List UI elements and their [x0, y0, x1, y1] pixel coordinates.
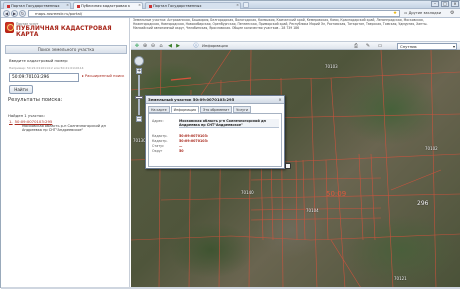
map-label: 70140 [241, 190, 254, 195]
bookmarks-label: Другие закладки [408, 11, 442, 15]
district-key: Округ [152, 149, 163, 153]
zoom-in-icon[interactable]: + [136, 68, 142, 74]
toolbar-info-label[interactable]: Информация [202, 43, 228, 49]
results-title: Результаты поиска: [8, 97, 62, 103]
map-label-parcel: 296 [417, 200, 429, 207]
close-tab-icon[interactable]: × [138, 3, 141, 8]
find-button[interactable]: Найти [9, 85, 33, 94]
address-bar: ◀ ▶ ↻ maps.rosreestr.ru/portal/ ★ ▭ Друг… [1, 9, 460, 18]
cadastral-value-2: 50:09:0070103: [179, 139, 209, 143]
print-icon[interactable]: ⎙ [353, 43, 359, 49]
map-label: 70130 [133, 138, 146, 143]
parcel-boundaries [131, 50, 460, 288]
tab-services[interactable]: Услуги [233, 106, 252, 113]
info-icon[interactable]: ⓘ [193, 43, 199, 49]
zoom-control: + − [134, 56, 144, 126]
site-logo[interactable]: Портал услуг ПУБЛИЧНАЯ КАДАСТРОВАЯ КАРТА [5, 21, 125, 38]
result-index: 1. [9, 119, 13, 124]
zoom-in-box-icon[interactable]: ⊕ [142, 43, 148, 49]
measure-icon[interactable]: ✎ [365, 43, 371, 49]
tab-label: Портал Государственных [11, 4, 60, 8]
map-toolbar: ✥ ⊕ ⊖ ⌂ ◀ ▶ ⓘ Информация ⎙ ✎ ▭ Спутник [131, 41, 460, 50]
previous-extent-icon[interactable]: ◀ [167, 43, 173, 49]
browser-tab-2[interactable]: Публичная кадастровая к × [73, 2, 143, 9]
found-count: Найден 1 участок: [8, 113, 45, 118]
popup-title: Земельный участок 50:09:0070103:295 [146, 96, 284, 104]
district-value: 50 [179, 149, 184, 153]
tab-information[interactable]: Информация [170, 106, 200, 113]
favicon-icon [77, 4, 80, 8]
search-sidebar: Портал услуг ПУБЛИЧНАЯ КАДАСТРОВАЯ КАРТА… [2, 18, 130, 288]
close-tab-icon[interactable]: × [66, 3, 69, 8]
browser-window: Портал Государственных × Публичная кадаст… [0, 0, 460, 289]
input-hint: Например: 50:21:0110114:2 или 50:21:0110… [9, 66, 84, 70]
cadastral-number-label: Введите кадастровый номер: [9, 58, 69, 63]
pan-control-icon[interactable] [134, 56, 144, 66]
next-extent-icon[interactable]: ▶ [175, 43, 181, 49]
cadastral-key-2: Кадастр. [152, 139, 168, 143]
close-tab-icon[interactable]: × [236, 3, 239, 8]
folder-icon: ▭ [404, 11, 408, 15]
result-address: Московская область р-н Солнечногорский д… [22, 124, 106, 133]
zoom-track[interactable] [138, 75, 140, 115]
wrench-icon[interactable]: ⚙ [450, 10, 458, 17]
tab-label: Портал Государственных [153, 4, 202, 8]
full-extent-icon[interactable]: ⌂ [158, 43, 164, 49]
map-label: 70102 [425, 146, 438, 151]
close-window-icon[interactable]: × [451, 1, 459, 7]
status-value: — [179, 144, 183, 148]
other-bookmarks[interactable]: ▭ Другие закладки [404, 10, 444, 17]
pan-icon[interactable]: ✥ [134, 43, 140, 49]
favicon-icon [7, 4, 10, 8]
maximize-icon[interactable]: □ [441, 1, 449, 7]
zoom-out-box-icon[interactable]: ⊖ [150, 43, 156, 49]
parcel-marker-icon[interactable] [285, 163, 291, 169]
forward-icon[interactable]: ▶ [11, 10, 18, 17]
status-key: Статус [152, 144, 164, 148]
minimize-icon[interactable]: – [431, 1, 439, 7]
address-key: Адрес: [152, 119, 164, 123]
search-panel-title: Поиск земельного участка [5, 45, 127, 54]
map-label: 70103 [325, 64, 338, 69]
bookmark-star-icon[interactable]: ★ [393, 11, 397, 16]
map-layer-select[interactable]: Спутник [397, 43, 457, 50]
extended-search-link[interactable]: Расширенный поиск [82, 74, 125, 78]
popup-body: Адрес: Московская область р-н Солнечного… [148, 113, 282, 167]
emblem-icon [5, 22, 14, 33]
logo-title: ПУБЛИЧНАЯ КАДАСТРОВАЯ КАРТА [16, 26, 112, 38]
tab-bar: Портал Государственных × Публичная кадаст… [1, 1, 460, 9]
zoom-slider-thumb[interactable] [135, 96, 143, 99]
favicon-icon [149, 4, 152, 8]
url-text: maps.rosreestr.ru/portal/ [35, 11, 83, 16]
results-title-text: Результаты поиска: [8, 97, 63, 103]
satellite-map[interactable]: + − 50:09 70130 70103 70102 70140 70104 … [131, 50, 460, 288]
zoom-out-icon[interactable]: − [136, 116, 142, 122]
browser-tab-3[interactable]: Портал Государственных × [145, 2, 241, 9]
window-controls: – □ × [431, 1, 459, 8]
close-icon[interactable]: × [277, 97, 283, 102]
new-tab-button[interactable] [243, 2, 249, 8]
address-value: Московская область р-н Солнечногорский д… [179, 119, 279, 128]
tab-label: Публичная кадастровая к [81, 4, 131, 8]
popup-tabs: На карте Информация Это обременит Услуги [148, 106, 252, 113]
browser-tab-1[interactable]: Портал Государственных × [3, 2, 71, 9]
map-label-quarter: 50:09 [326, 190, 347, 198]
url-field[interactable]: maps.rosreestr.ru/portal/ ★ [28, 10, 400, 17]
ruler-icon[interactable]: ▭ [377, 43, 383, 49]
tab-encumbrance[interactable]: Это обременит [200, 106, 233, 113]
back-icon[interactable]: ◀ [3, 10, 10, 17]
cadastral-value: 50:09:0070103: [179, 134, 209, 138]
map-label: 70121 [394, 276, 407, 281]
cadastral-number-input[interactable]: 50:09:70103:296 [9, 73, 79, 82]
map-label: 70104 [306, 208, 319, 213]
tab-on-map[interactable]: На карте [148, 106, 170, 113]
reload-icon[interactable]: ↻ [19, 10, 26, 17]
parcel-info-popup: Земельный участок 50:09:0070103:295 × На… [145, 95, 285, 169]
cadastral-key: Кадастр. [152, 134, 168, 138]
coverage-info: Земельные участки: Астраханская, Башкири… [133, 18, 428, 30]
